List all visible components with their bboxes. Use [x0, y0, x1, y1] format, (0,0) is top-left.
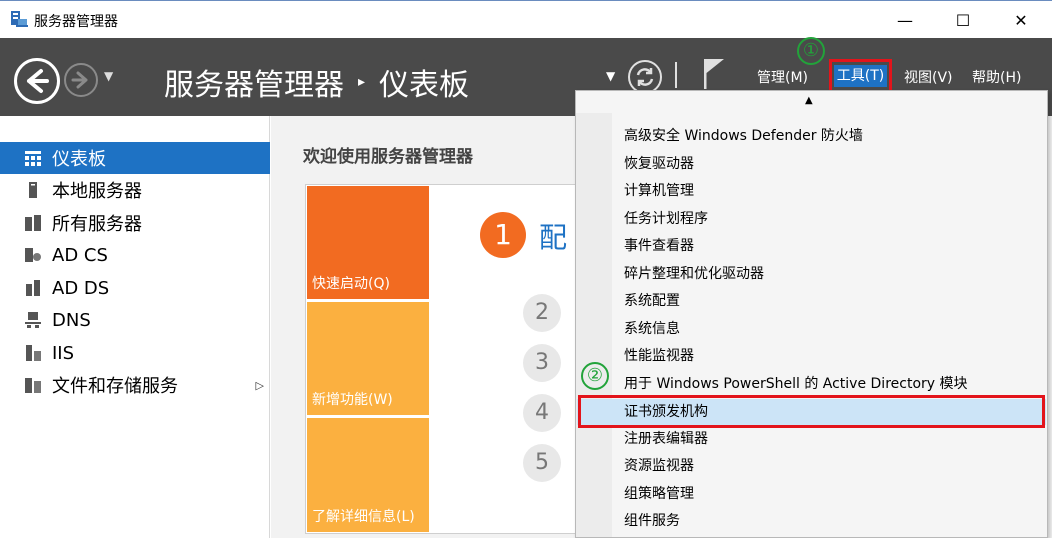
adds-icon: [26, 280, 40, 296]
sidebar-item-iis[interactable]: IIS: [0, 337, 270, 369]
forward-button[interactable]: [64, 63, 98, 97]
certification-authority-highlight: [578, 395, 1045, 428]
server-icon: [29, 182, 37, 198]
tile-label: 了解详细信息(L): [312, 509, 415, 525]
sidebar-item-label: DNS: [52, 309, 91, 331]
forward-arrow-icon: [71, 71, 88, 89]
welcome-heading: 欢迎使用服务器管理器: [303, 147, 473, 167]
header-divider: [675, 62, 677, 88]
step-2-badge: 2: [523, 294, 561, 332]
step-3-badge: 3: [523, 344, 561, 382]
sidebar-item-local-server[interactable]: 本地服务器: [0, 174, 270, 206]
servers-icon: [25, 215, 41, 231]
dashboard-icon: [25, 151, 41, 166]
sidebar-item-file-storage[interactable]: 文件和存储服务 ▷: [0, 369, 270, 401]
menu-item-resource-monitor[interactable]: 资源监视器: [577, 453, 1046, 479]
breadcrumb-dropdown-icon[interactable]: ▼: [606, 69, 615, 83]
menu-item-performance-monitor[interactable]: 性能监视器: [577, 343, 1046, 369]
tile-learn-more[interactable]: 了解详细信息(L): [307, 418, 429, 532]
breadcrumb-separator-icon: ▸: [358, 74, 366, 90]
tile-quick-start[interactable]: 快速启动(Q): [307, 186, 429, 299]
menu-tools[interactable]: 工具(T): [834, 65, 887, 87]
back-arrow-icon: [27, 69, 49, 93]
sidebar-item-dashboard[interactable]: 仪表板: [0, 142, 270, 174]
step-marker-2: ②: [581, 362, 609, 390]
menu-caret-icon: ▲: [805, 95, 813, 106]
sidebar-item-label: AD CS: [52, 244, 108, 266]
sidebar-item-ad-cs[interactable]: AD CS: [0, 239, 270, 271]
tools-dropdown-menu: ▲ 高级安全 Windows Defender 防火墙 恢复驱动器 计算机管理 …: [575, 90, 1048, 538]
sidebar: 仪表板 本地服务器 所有服务器 AD CS AD DS DNS IIS 文件和存…: [0, 116, 270, 538]
sidebar-item-label: 本地服务器: [52, 181, 142, 202]
step-1-link[interactable]: 配: [539, 216, 567, 256]
history-dropdown-icon[interactable]: ▼: [104, 69, 113, 83]
menu-view[interactable]: 视图(V): [904, 67, 953, 87]
step-marker-1: ①: [797, 37, 825, 65]
menu-item-component-services[interactable]: 组件服务: [577, 508, 1046, 534]
storage-icon: [25, 378, 41, 393]
sidebar-item-label: AD DS: [52, 277, 110, 299]
sidebar-item-label: 所有服务器: [52, 214, 142, 235]
refresh-button[interactable]: [628, 60, 662, 94]
adcs-icon: [25, 248, 41, 262]
expand-arrow-icon[interactable]: ▷: [256, 379, 264, 392]
tile-label: 快速启动(Q): [312, 276, 390, 292]
sidebar-item-dns[interactable]: DNS: [0, 304, 270, 336]
close-button[interactable]: ✕: [998, 1, 1044, 39]
breadcrumb: 服务器管理器 ▸ 仪表板: [164, 60, 469, 104]
tile-whats-new[interactable]: 新增功能(W): [307, 302, 429, 415]
window-title: 服务器管理器: [34, 14, 118, 30]
maximize-button[interactable]: ☐: [940, 1, 986, 39]
menu-item-task-scheduler[interactable]: 任务计划程序: [577, 206, 1046, 232]
menu-item-computer-management[interactable]: 计算机管理: [577, 178, 1046, 204]
breadcrumb-current: 仪表板: [379, 68, 470, 103]
notifications-flag-icon[interactable]: [700, 57, 728, 89]
minimize-button[interactable]: —: [882, 1, 928, 39]
menu-help[interactable]: 帮助(H): [972, 67, 1021, 87]
sidebar-item-label: IIS: [52, 342, 75, 364]
menu-tools-highlight[interactable]: 工具(T): [829, 59, 892, 93]
server-manager-app-icon: [11, 11, 28, 27]
sidebar-item-ad-ds[interactable]: AD DS: [0, 272, 270, 304]
title-bar: 服务器管理器 — ☐ ✕: [0, 0, 1052, 38]
menu-item-group-policy[interactable]: 组策略管理: [577, 481, 1046, 507]
menu-item-firewall[interactable]: 高级安全 Windows Defender 防火墙: [577, 123, 1046, 149]
menu-manage[interactable]: 管理(M): [757, 67, 808, 87]
menu-item-system-configuration[interactable]: 系统配置: [577, 288, 1046, 314]
dns-icon: [25, 312, 41, 328]
step-1-badge: 1: [480, 212, 526, 258]
back-button[interactable]: [14, 58, 60, 104]
refresh-icon: [636, 68, 654, 86]
menu-item-system-information[interactable]: 系统信息: [577, 316, 1046, 342]
iis-icon: [26, 345, 41, 361]
menu-item-registry-editor[interactable]: 注册表编辑器: [577, 426, 1046, 452]
menu-item-recovery-drive[interactable]: 恢复驱动器: [577, 151, 1046, 177]
step-4-badge: 4: [523, 394, 561, 432]
menu-item-ad-powershell[interactable]: 用于 Windows PowerShell 的 Active Directory…: [577, 371, 1046, 397]
step-5-badge: 5: [523, 444, 561, 482]
sidebar-item-label: 文件和存储服务: [52, 376, 178, 397]
sidebar-item-all-servers[interactable]: 所有服务器: [0, 207, 270, 239]
sidebar-item-label: 仪表板: [52, 149, 106, 170]
server-manager-window: 服务器管理器 — ☐ ✕ ▼ 服务器管理器 ▸ 仪表板 ▼ 管理(M) 工具(T…: [0, 0, 1052, 538]
menu-item-event-viewer[interactable]: 事件查看器: [577, 233, 1046, 259]
tile-label: 新增功能(W): [312, 392, 393, 408]
menu-item-defragment[interactable]: 碎片整理和优化驱动器: [577, 261, 1046, 287]
breadcrumb-root[interactable]: 服务器管理器: [164, 60, 344, 104]
